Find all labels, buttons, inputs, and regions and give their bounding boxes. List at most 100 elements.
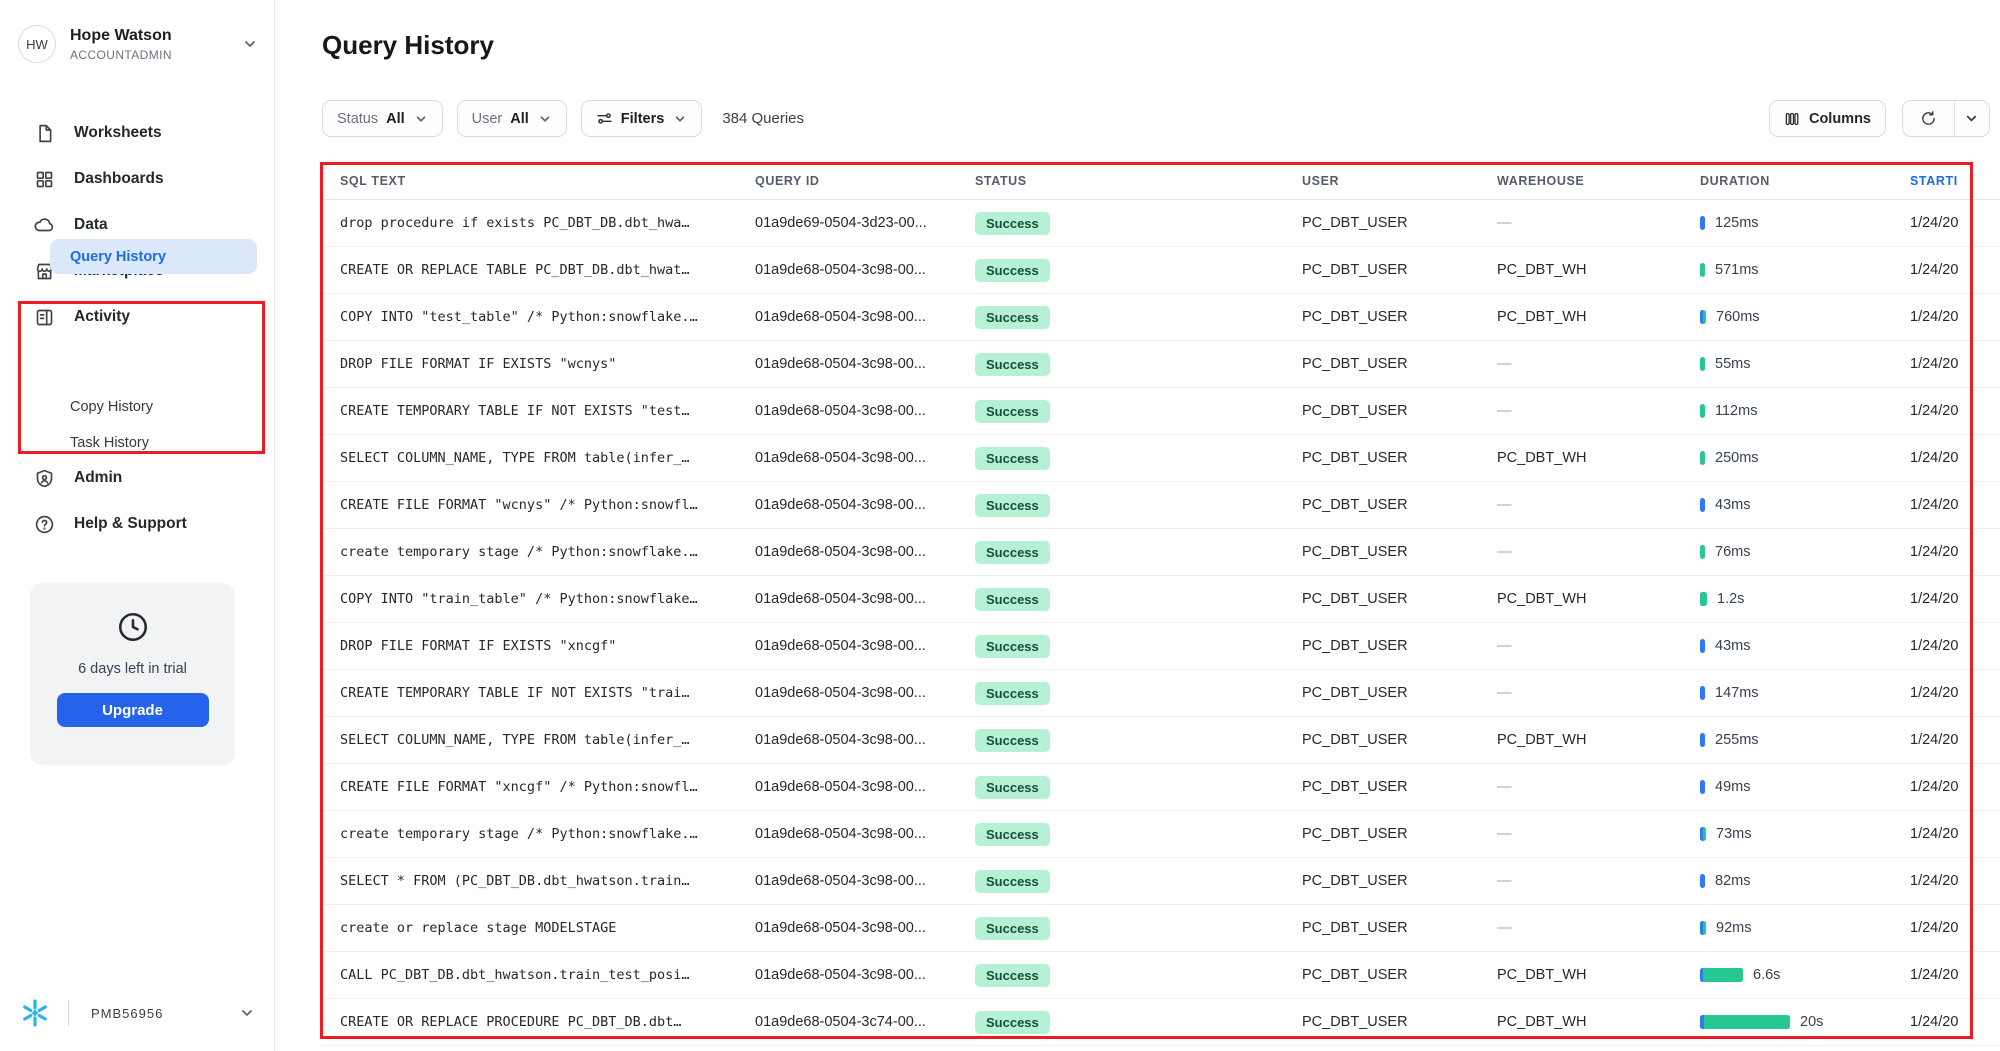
table-row[interactable]: drop procedure if exists PC_DBT_DB.dbt_h…	[320, 200, 2000, 247]
start-time-cell: 1/24/20	[1910, 685, 2000, 701]
account-selector[interactable]: PMB56956	[20, 992, 255, 1034]
table-row[interactable]: CREATE FILE FORMAT "wcnys" /* Python:sno…	[320, 482, 2000, 529]
status-cell: Success	[975, 870, 1302, 893]
warehouse-cell: PC_DBT_WH	[1497, 591, 1700, 607]
warehouse-cell: —	[1497, 497, 1700, 513]
sidebar-item-help-support[interactable]: Help & Support	[0, 501, 275, 547]
duration-label: 1.2s	[1717, 591, 1744, 607]
table-row[interactable]: CREATE FILE FORMAT "xncgf" /* Python:sno…	[320, 764, 2000, 811]
duration-cell: 92ms	[1700, 920, 1910, 936]
status-cell: Success	[975, 635, 1302, 658]
sidebar-item-label: Copy History	[70, 399, 153, 415]
sql-text-cell: SELECT * FROM (PC_DBT_DB.dbt_hwatson.tra…	[340, 873, 755, 889]
table-row[interactable]: DROP FILE FORMAT IF EXISTS "xncgf" 01a9d…	[320, 623, 2000, 670]
start-time-cell: 1/24/20	[1910, 356, 2000, 372]
sidebar-item-activity[interactable]: Activity	[0, 294, 275, 340]
status-badge: Success	[975, 823, 1050, 846]
sql-text-cell: create temporary stage /* Python:snowfla…	[340, 544, 755, 560]
column-header-status[interactable]: STATUS	[975, 174, 1302, 188]
table-row[interactable]: CREATE TEMPORARY TABLE IF NOT EXISTS "tr…	[320, 670, 2000, 717]
table-row[interactable]: create temporary stage /* Python:snowfla…	[320, 529, 2000, 576]
filters-dropdown[interactable]: Filters	[581, 100, 703, 137]
table-row[interactable]: create temporary stage /* Python:snowfla…	[320, 811, 2000, 858]
query-id-cell: 01a9de68-0504-3c98-00...	[755, 450, 975, 466]
refresh-options-button[interactable]	[1954, 101, 1989, 136]
sql-text-cell: SELECT COLUMN_NAME, TYPE FROM table(infe…	[340, 450, 755, 466]
duration-label: 82ms	[1715, 873, 1750, 889]
query-id-cell: 01a9de68-0504-3c98-00...	[755, 779, 975, 795]
column-header-query-id[interactable]: QUERY ID	[755, 174, 975, 188]
sidebar-item-query-history[interactable]: Query History	[50, 239, 257, 274]
duration-bar	[1700, 545, 1705, 559]
column-header-start-time[interactable]: STARTI	[1910, 174, 2000, 188]
status-filter-label: Status	[337, 111, 378, 127]
columns-button[interactable]: Columns	[1769, 100, 1886, 137]
duration-bar	[1700, 921, 1706, 935]
sidebar-item-label: Query History	[70, 249, 166, 265]
help-icon	[32, 514, 56, 535]
table-row[interactable]: COPY INTO "test_table" /* Python:snowfla…	[320, 294, 2000, 341]
user-menu[interactable]: HW Hope Watson ACCOUNTADMIN	[18, 20, 258, 68]
duration-cell: 760ms	[1700, 309, 1910, 325]
user-cell: PC_DBT_USER	[1302, 356, 1497, 372]
status-filter[interactable]: Status All	[322, 100, 443, 137]
data-icon	[32, 214, 56, 236]
column-header-user[interactable]: USER	[1302, 174, 1497, 188]
table-row[interactable]: SELECT COLUMN_NAME, TYPE FROM table(infe…	[320, 717, 2000, 764]
table-row[interactable]: SELECT COLUMN_NAME, TYPE FROM table(infe…	[320, 435, 2000, 482]
query-id-cell: 01a9de68-0504-3c98-00...	[755, 403, 975, 419]
table-row[interactable]: COPY INTO "train_table" /* Python:snowfl…	[320, 576, 2000, 623]
column-header-sql-text[interactable]: SQL TEXT	[340, 174, 755, 188]
chevron-down-icon	[239, 1005, 255, 1021]
start-time-cell: 1/24/20	[1910, 497, 2000, 513]
duration-cell: 125ms	[1700, 215, 1910, 231]
sidebar-item-copy-history[interactable]: Copy History	[50, 389, 257, 425]
table-body: drop procedure if exists PC_DBT_DB.dbt_h…	[320, 200, 2000, 1046]
status-badge: Success	[975, 1011, 1050, 1034]
table-row[interactable]: CREATE OR REPLACE TABLE PC_DBT_DB.dbt_hw…	[320, 247, 2000, 294]
column-header-warehouse[interactable]: WAREHOUSE	[1497, 174, 1700, 188]
sidebar-item-admin[interactable]: Admin	[0, 455, 275, 501]
chevron-down-icon	[242, 36, 258, 52]
sql-text-cell: CALL PC_DBT_DB.dbt_hwatson.train_test_po…	[340, 967, 755, 983]
filters-label: Filters	[621, 111, 665, 127]
table-row[interactable]: create or replace stage MODELSTAGE 01a9d…	[320, 905, 2000, 952]
duration-bar	[1700, 498, 1705, 512]
query-history-table: SQL TEXT QUERY ID STATUS USER WAREHOUSE …	[320, 163, 2000, 1051]
duration-bar	[1700, 733, 1705, 747]
sql-text-cell: COPY INTO "test_table" /* Python:snowfla…	[340, 309, 755, 325]
query-id-cell: 01a9de68-0504-3c98-00...	[755, 262, 975, 278]
upgrade-button[interactable]: Upgrade	[57, 693, 209, 727]
user-cell: PC_DBT_USER	[1302, 779, 1497, 795]
sidebar-item-label: Activity	[74, 308, 130, 326]
table-row[interactable]: CREATE OR REPLACE PROCEDURE PC_DBT_DB.db…	[320, 999, 2000, 1046]
user-cell: PC_DBT_USER	[1302, 403, 1497, 419]
duration-label: 55ms	[1715, 356, 1750, 372]
table-row[interactable]: DROP FILE FORMAT IF EXISTS "wcnys" 01a9d…	[320, 341, 2000, 388]
user-filter[interactable]: User All	[457, 100, 567, 137]
column-header-duration[interactable]: DURATION	[1700, 174, 1910, 188]
duration-cell: 73ms	[1700, 826, 1910, 842]
user-cell: PC_DBT_USER	[1302, 873, 1497, 889]
duration-cell: 571ms	[1700, 262, 1910, 278]
table-row[interactable]: SELECT * FROM (PC_DBT_DB.dbt_hwatson.tra…	[320, 858, 2000, 905]
sidebar-item-dashboards[interactable]: Dashboards	[0, 156, 275, 202]
table-row[interactable]: CALL PC_DBT_DB.dbt_hwatson.train_test_po…	[320, 952, 2000, 999]
duration-bar	[1700, 639, 1705, 653]
refresh-button[interactable]	[1903, 101, 1954, 136]
warehouse-cell: —	[1497, 920, 1700, 936]
sidebar-item-worksheets[interactable]: Worksheets	[0, 110, 275, 156]
filter-toolbar: Status All User All Filters	[322, 100, 804, 137]
admin-icon	[32, 468, 56, 489]
table-row[interactable]: CREATE TEMPORARY TABLE IF NOT EXISTS "te…	[320, 388, 2000, 435]
user-cell: PC_DBT_USER	[1302, 450, 1497, 466]
account-id: PMB56956	[91, 1006, 239, 1021]
start-time-cell: 1/24/20	[1910, 591, 2000, 607]
duration-cell: 147ms	[1700, 685, 1910, 701]
duration-cell: 6.6s	[1700, 967, 1910, 983]
duration-bar	[1700, 686, 1705, 700]
duration-cell: 43ms	[1700, 497, 1910, 513]
status-cell: Success	[975, 447, 1302, 470]
status-badge: Success	[975, 729, 1050, 752]
duration-bar	[1700, 404, 1705, 418]
